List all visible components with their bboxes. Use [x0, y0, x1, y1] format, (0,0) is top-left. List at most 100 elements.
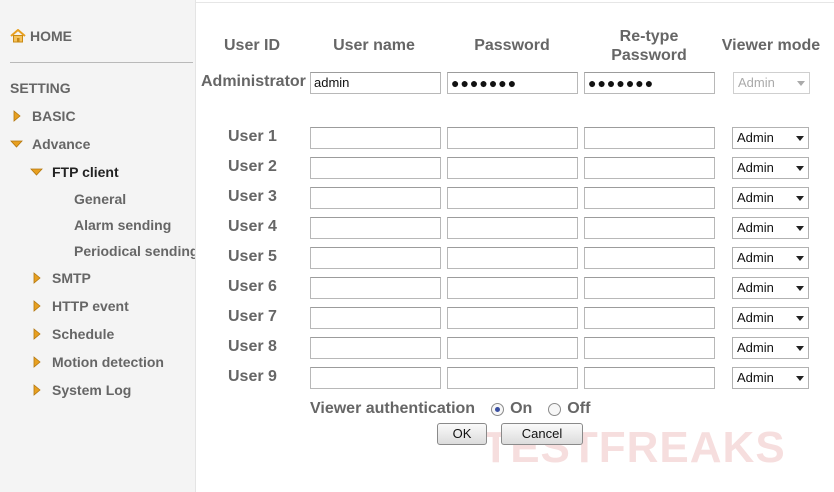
sidebar-item-label: HTTP event [52, 298, 129, 314]
sidebar-item-label: SMTP [52, 270, 91, 286]
select-value: Admin [737, 130, 774, 145]
user-8-username-field[interactable] [310, 337, 441, 359]
user-3-password-field[interactable] [447, 187, 578, 209]
expand-arrow-icon [30, 327, 44, 341]
sidebar-item-smtp[interactable]: SMTP [30, 268, 91, 288]
user-7-username-field[interactable] [310, 307, 441, 329]
viewer-auth-off-radio[interactable] [548, 402, 562, 416]
chevron-down-icon [796, 346, 804, 351]
expand-arrow-icon [10, 109, 24, 123]
user-8-password-field[interactable] [447, 337, 578, 359]
user-3-username-field[interactable] [310, 187, 441, 209]
sidebar-item-system-log[interactable]: System Log [30, 380, 131, 400]
sidebar-item-label: Schedule [52, 326, 115, 342]
row-label-user-8: User 8 [228, 338, 277, 355]
admin-viewer-mode-select: Admin [733, 72, 810, 94]
row-label-user-9: User 9 [228, 368, 277, 385]
ok-button[interactable]: OK [437, 423, 487, 445]
row-label-user-1: User 1 [228, 128, 277, 145]
sidebar-item-http-event[interactable]: HTTP event [30, 296, 129, 316]
user-5-viewer-mode-select[interactable]: Admin [732, 247, 809, 269]
admin-retype-password-field[interactable]: ●●●●●●● [584, 72, 715, 94]
collapse-arrow-icon [10, 137, 24, 151]
user-1-viewer-mode-select[interactable]: Admin [732, 127, 809, 149]
user-2-password-field[interactable] [447, 157, 578, 179]
expand-arrow-icon [30, 271, 44, 285]
cancel-button[interactable]: Cancel [501, 423, 583, 445]
expand-arrow-icon [30, 383, 44, 397]
sidebar-item-schedule[interactable]: Schedule [30, 324, 114, 344]
user-1-password-field[interactable] [447, 127, 578, 149]
user-8-retype-password-field[interactable] [584, 337, 715, 359]
select-value: Admin [737, 370, 774, 385]
collapse-arrow-icon [30, 165, 44, 179]
sidebar-item-basic[interactable]: BASIC [10, 106, 76, 126]
admin-password-field[interactable]: ●●●●●●● [447, 72, 578, 94]
user-9-retype-password-field[interactable] [584, 367, 715, 389]
user-6-retype-password-field[interactable] [584, 277, 715, 299]
chevron-down-icon [796, 226, 804, 231]
select-value: Admin [737, 310, 774, 325]
user-4-retype-password-field[interactable] [584, 217, 715, 239]
header-password: Password [474, 37, 550, 54]
expand-arrow-icon [30, 355, 44, 369]
header-retype-line1: Re-type [619, 28, 679, 45]
user-2-username-field[interactable] [310, 157, 441, 179]
sidebar-item-ftp-client[interactable]: FTP client [30, 162, 119, 182]
user-9-password-field[interactable] [447, 367, 578, 389]
user-3-viewer-mode-select[interactable]: Admin [732, 187, 809, 209]
user-4-username-field[interactable] [310, 217, 441, 239]
user-5-username-field[interactable] [310, 247, 441, 269]
user-4-viewer-mode-select[interactable]: Admin [732, 217, 809, 239]
user-5-password-field[interactable] [447, 247, 578, 269]
user-1-retype-password-field[interactable] [584, 127, 715, 149]
main-panel: User ID User name Password Re-type Passw… [196, 0, 834, 492]
sidebar-item-alarm-sending[interactable]: Alarm sending [74, 215, 171, 235]
header-viewer-mode: Viewer mode [721, 37, 821, 54]
chevron-down-icon [796, 196, 804, 201]
header-user-name: User name [333, 37, 415, 54]
user-7-password-field[interactable] [447, 307, 578, 329]
user-2-viewer-mode-select[interactable]: Admin [732, 157, 809, 179]
user-1-username-field[interactable] [310, 127, 441, 149]
sidebar-item-label: Periodical sending [74, 243, 196, 259]
select-value: Admin [737, 280, 774, 295]
divider [196, 2, 834, 3]
user-3-retype-password-field[interactable] [584, 187, 715, 209]
sidebar-item-periodical-sending[interactable]: Periodical sending [74, 241, 196, 261]
user-6-password-field[interactable] [447, 277, 578, 299]
row-label-user-7: User 7 [228, 308, 277, 325]
user-6-viewer-mode-select[interactable]: Admin [732, 277, 809, 299]
select-value: Admin [737, 250, 774, 265]
viewer-auth-on-radio[interactable] [491, 402, 505, 416]
sidebar-item-label: General [74, 191, 127, 207]
admin-username-field[interactable]: admin [310, 72, 441, 94]
user-5-retype-password-field[interactable] [584, 247, 715, 269]
expand-arrow-icon [30, 299, 44, 313]
header-retype-password: Re-type Password [584, 27, 714, 65]
sidebar-item-advance[interactable]: Advance [10, 134, 90, 154]
user-9-viewer-mode-select[interactable]: Admin [732, 367, 809, 389]
sidebar-item-label: Alarm sending [74, 217, 172, 233]
sidebar-item-general[interactable]: General [74, 189, 126, 209]
user-8-viewer-mode-select[interactable]: Admin [732, 337, 809, 359]
sidebar-item-label: Advance [32, 136, 91, 152]
row-label-user-6: User 6 [228, 278, 277, 295]
home-link[interactable]: HOME [10, 24, 72, 48]
viewer-authentication-label: Viewer authentication [310, 400, 476, 417]
user-7-viewer-mode-select[interactable]: Admin [732, 307, 809, 329]
chevron-down-icon [796, 376, 804, 381]
row-label-user-3: User 3 [228, 188, 277, 205]
user-7-retype-password-field[interactable] [584, 307, 715, 329]
setting-heading: SETTING [10, 80, 71, 96]
chevron-down-icon [796, 286, 804, 291]
sidebar-item-motion-detection[interactable]: Motion detection [30, 352, 164, 372]
user-6-username-field[interactable] [310, 277, 441, 299]
header-user-id: User ID [223, 37, 281, 54]
user-4-password-field[interactable] [447, 217, 578, 239]
select-value: Admin [738, 75, 775, 90]
user-9-username-field[interactable] [310, 367, 441, 389]
user-2-retype-password-field[interactable] [584, 157, 715, 179]
chevron-down-icon [796, 166, 804, 171]
header-retype-line2: Password [611, 47, 687, 64]
